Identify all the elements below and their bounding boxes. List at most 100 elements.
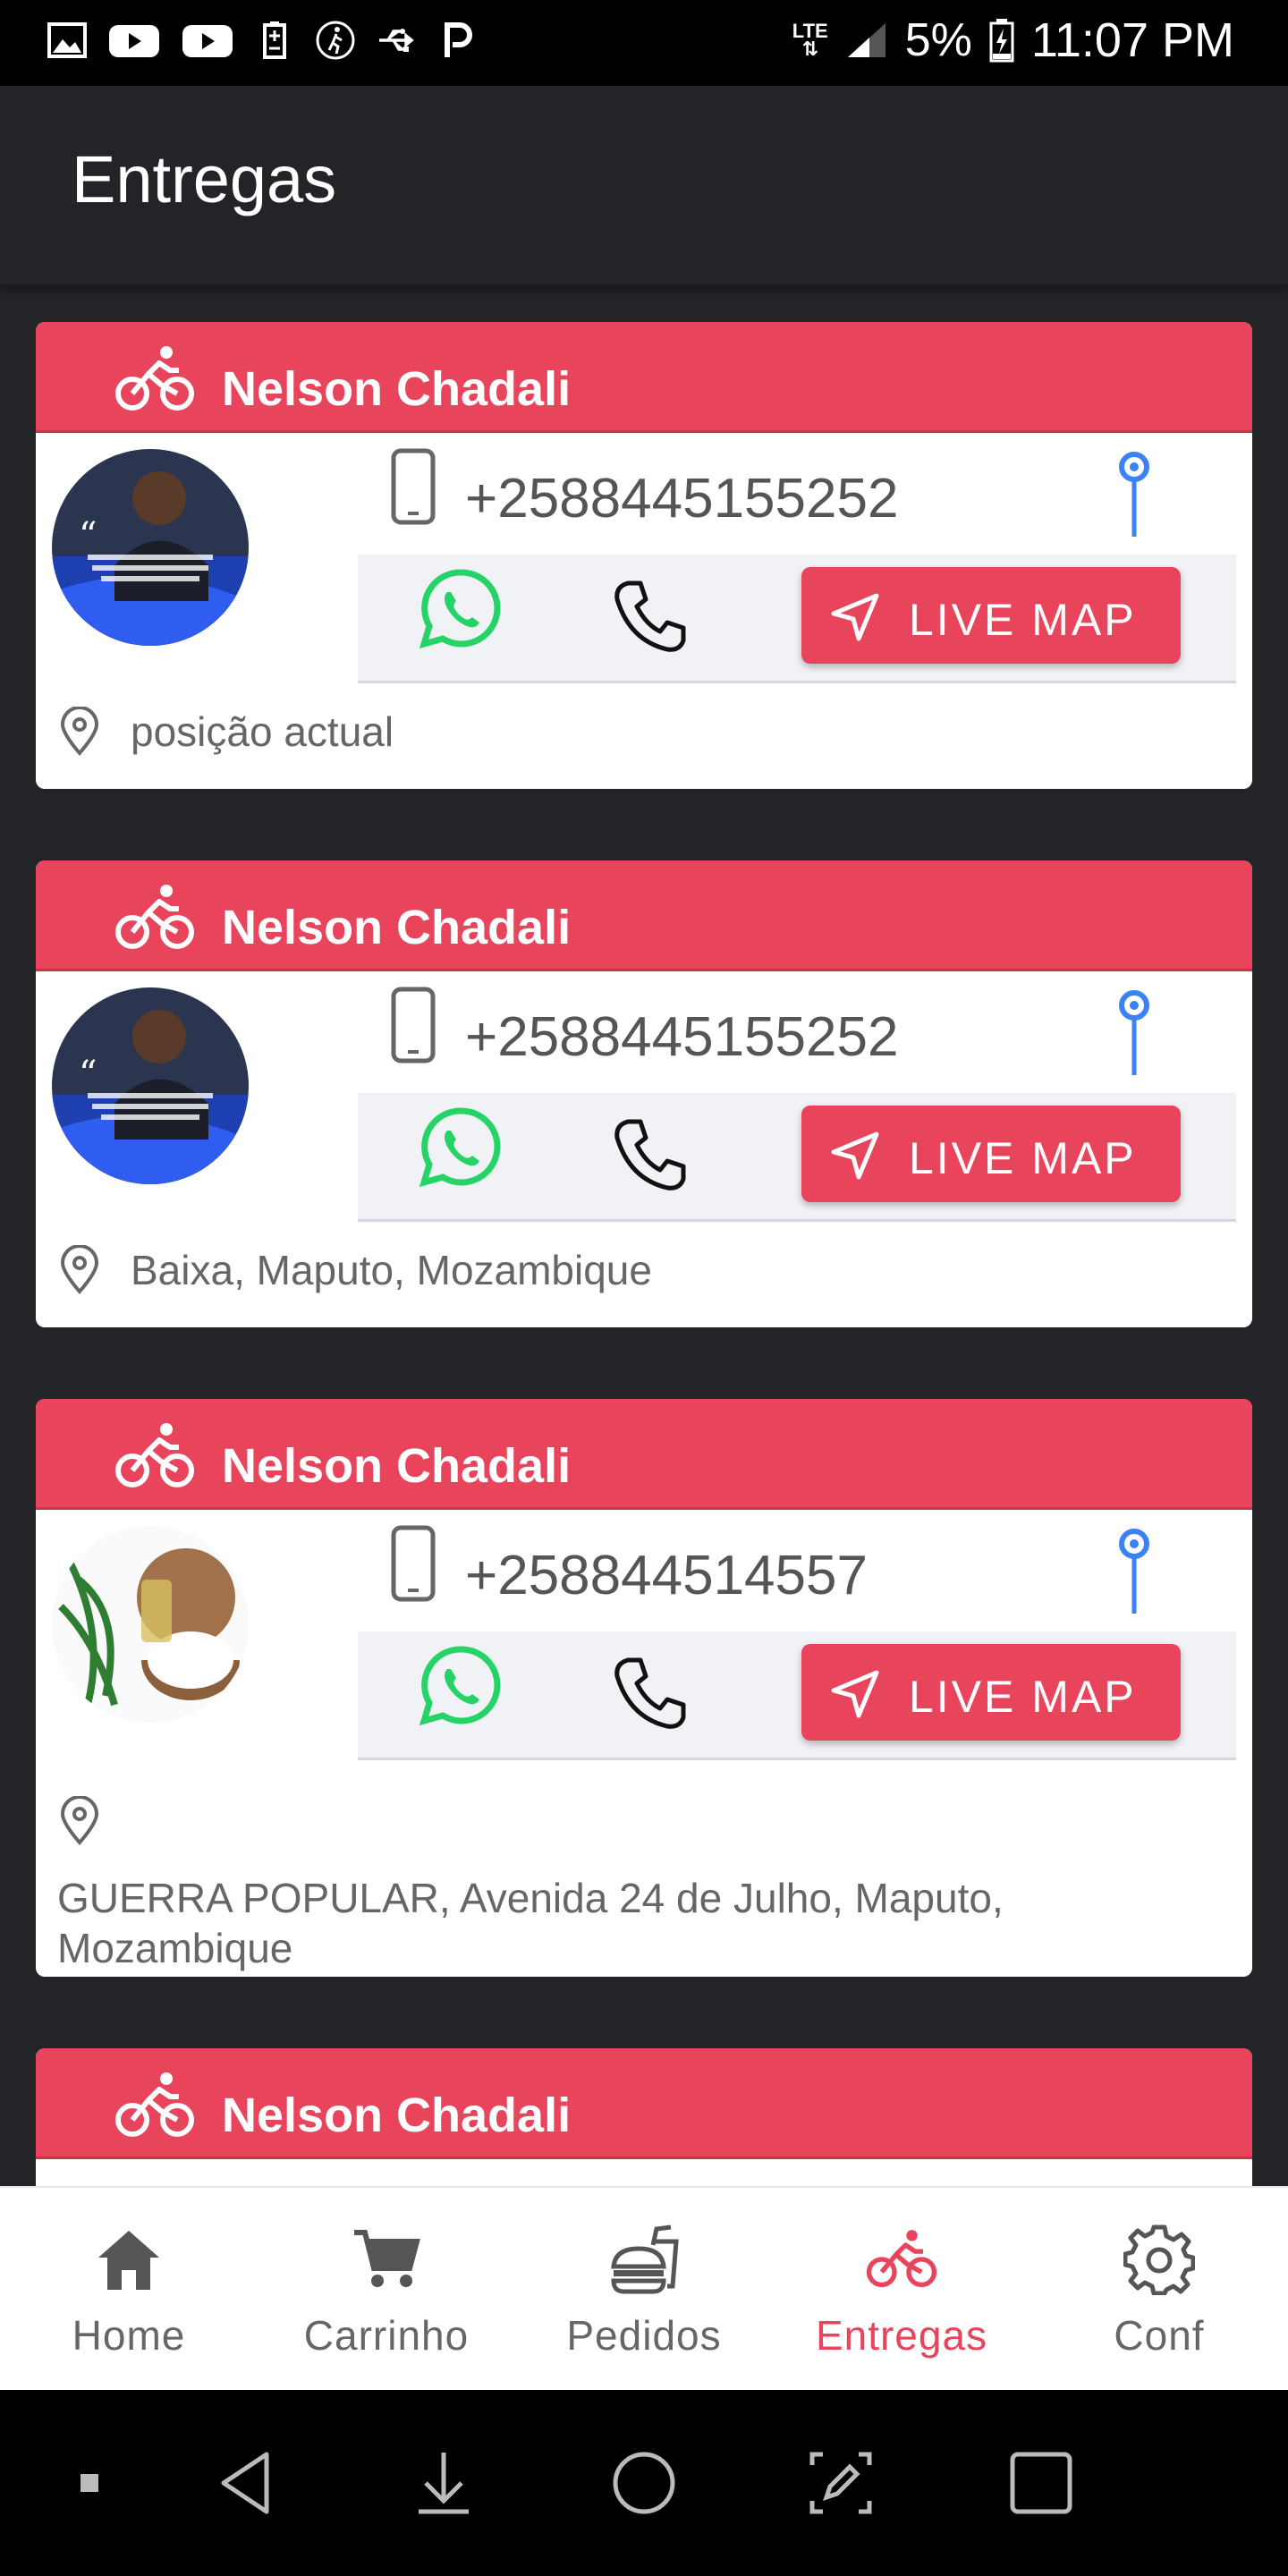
- customer-name: Nelson Chadali: [222, 2089, 572, 2142]
- nav-home[interactable]: Home: [0, 2188, 258, 2392]
- bike-icon: [115, 1423, 194, 1487]
- avatar: “: [52, 987, 249, 1184]
- battery-saver-icon: [254, 20, 295, 61]
- delivery-card-body: “ +2588445155252 LIVE MAP posição actual: [36, 433, 1252, 789]
- deliveries-list[interactable]: Nelson Chadali “ +2588445155252 LIVE MAP…: [0, 284, 1288, 2186]
- bike-icon: [866, 2230, 937, 2288]
- delivery-card-body: “ +2588445155252 LIVE MAP Baixa, Maputo,…: [36, 971, 1252, 1327]
- customer-name: Nelson Chadali: [222, 901, 572, 954]
- contact-actions: LIVE MAP: [358, 555, 1236, 683]
- delivery-card[interactable]: Nelson Chadali “ +2588445155252 LIVE MAP…: [36, 860, 1252, 1327]
- delivery-card-header: Nelson Chadali: [36, 322, 1252, 433]
- navigation-icon: [831, 1670, 879, 1718]
- status-bar: LTE ⇅ 5% 11:07 PM: [0, 0, 1288, 86]
- smartphone-icon: [391, 987, 436, 1063]
- delivery-card[interactable]: Nelson Chadali +258844514557 LIVE MAP GU…: [36, 1399, 1252, 1977]
- nav-carrinho[interactable]: Carrinho: [258, 2188, 515, 2392]
- navigation-icon: [831, 1131, 879, 1180]
- battery-percent: 5%: [904, 14, 972, 66]
- live-map-label: LIVE MAP: [909, 1133, 1137, 1183]
- cart-icon: [354, 2230, 420, 2287]
- home-circle-icon[interactable]: [608, 2447, 680, 2519]
- page-title: Entregas: [72, 142, 337, 216]
- nav-conf[interactable]: Conf: [1030, 2188, 1288, 2392]
- map-pin-icon[interactable]: [1116, 989, 1152, 1079]
- bike-icon: [115, 346, 194, 411]
- navigation-icon: [831, 593, 879, 641]
- battery-icon: [989, 19, 1014, 63]
- app-bar: Entregas: [0, 86, 1288, 284]
- location-icon: [60, 1796, 99, 1846]
- signal-icon: [847, 23, 886, 57]
- delivery-card-header: Nelson Chadali: [36, 860, 1252, 971]
- location-icon: [60, 707, 99, 757]
- map-pin-icon[interactable]: [1116, 1528, 1152, 1617]
- walk-icon: [315, 20, 356, 61]
- smartphone-icon: [391, 1525, 436, 1602]
- nav-pedidos[interactable]: Pedidos: [515, 2188, 773, 2392]
- address-row: Baixa, Maputo, Mozambique: [57, 1245, 652, 1295]
- status-bar-system: LTE ⇅ 5% 11:07 PM: [792, 13, 1234, 68]
- youtube-icon: [181, 20, 234, 61]
- phone-call-icon[interactable]: [612, 1116, 689, 1193]
- live-map-button[interactable]: LIVE MAP: [801, 567, 1181, 664]
- lte-icon: LTE ⇅: [792, 20, 828, 60]
- gear-icon: [1123, 2224, 1195, 2295]
- address-row: [57, 1796, 102, 1846]
- bike-icon: [115, 2072, 194, 2137]
- customer-name: Nelson Chadali: [222, 1439, 572, 1493]
- youtube-icon: [107, 20, 161, 61]
- whatsapp-icon[interactable]: [419, 1644, 501, 1726]
- delivery-card-header: Nelson Chadali: [36, 1399, 1252, 1510]
- address-text: posição actual: [131, 708, 394, 755]
- address-row: posição actual: [57, 707, 394, 757]
- location-icon: [60, 1245, 99, 1295]
- recents-icon[interactable]: [1005, 2447, 1077, 2519]
- back-icon[interactable]: [211, 2447, 283, 2519]
- live-map-label: LIVE MAP: [909, 1672, 1137, 1722]
- smartphone-icon: [391, 448, 436, 525]
- avatar: “: [52, 449, 249, 646]
- live-map-label: LIVE MAP: [909, 595, 1137, 645]
- delivery-card-body: +258844514557 LIVE MAP GUERRA POPULAR, A…: [36, 1510, 1252, 1977]
- phone-number[interactable]: +2588445155252: [465, 1005, 898, 1069]
- bike-icon: [115, 885, 194, 949]
- phone-number[interactable]: +258844514557: [465, 1544, 868, 1607]
- live-map-button[interactable]: LIVE MAP: [801, 1106, 1181, 1202]
- bottom-navigation: Home Carrinho Pedidos Entregas Conf: [0, 2186, 1288, 2390]
- p-icon: [436, 20, 478, 61]
- system-navigation-bar: [0, 2390, 1288, 2576]
- phone-call-icon[interactable]: [612, 578, 689, 655]
- home-icon: [98, 2231, 159, 2290]
- address-text: GUERRA POPULAR, Avenida 24 de Julho, Map…: [57, 1875, 1004, 1971]
- whatsapp-icon[interactable]: [419, 567, 501, 649]
- address-text: Baixa, Maputo, Mozambique: [131, 1247, 652, 1293]
- svg-text:“: “: [79, 515, 97, 556]
- svg-text:“: “: [79, 1054, 97, 1095]
- download-icon[interactable]: [408, 2447, 479, 2519]
- whatsapp-icon[interactable]: [419, 1106, 501, 1188]
- customer-name: Nelson Chadali: [222, 362, 572, 416]
- avatar: [52, 1526, 249, 1723]
- nav-entregas[interactable]: Entregas: [773, 2188, 1030, 2392]
- screenshot-edit-icon[interactable]: [805, 2447, 877, 2519]
- nav-label: Entregas: [815, 2312, 988, 2359]
- live-map-button[interactable]: LIVE MAP: [801, 1644, 1181, 1741]
- map-pin-icon[interactable]: [1116, 451, 1152, 540]
- image-icon: [47, 20, 88, 61]
- phone-number[interactable]: +2588445155252: [465, 467, 898, 530]
- nav-label: Conf: [1114, 2312, 1205, 2359]
- usb-icon: [376, 20, 417, 61]
- phone-call-icon[interactable]: [612, 1655, 689, 1732]
- nav-label: Carrinho: [303, 2312, 470, 2359]
- contact-actions: LIVE MAP: [358, 1093, 1236, 1222]
- nav-label: Pedidos: [566, 2312, 722, 2359]
- status-bar-notifications: [47, 20, 478, 61]
- delivery-card[interactable]: Nelson Chadali: [36, 2048, 1252, 2186]
- nav-label: Home: [72, 2312, 186, 2359]
- delivery-card[interactable]: Nelson Chadali “ +2588445155252 LIVE MAP…: [36, 322, 1252, 789]
- delivery-card-header: Nelson Chadali: [36, 2048, 1252, 2159]
- clock: 11:07 PM: [1030, 13, 1234, 67]
- dot-icon[interactable]: [54, 2447, 125, 2519]
- contact-actions: LIVE MAP: [358, 1631, 1236, 1760]
